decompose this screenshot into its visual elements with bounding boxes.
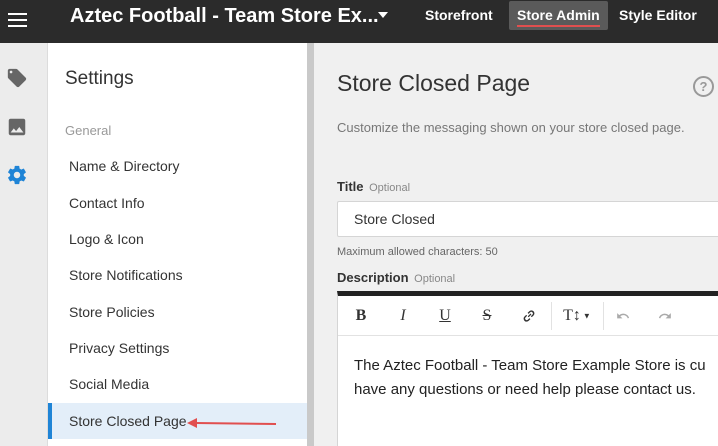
image-icon[interactable] <box>6 116 28 138</box>
description-label-text: Description <box>337 270 409 285</box>
toolbar-separator <box>551 302 552 330</box>
help-icon[interactable]: ? <box>693 76 714 97</box>
sidebar-item-name-directory[interactable]: Name & Directory <box>48 148 307 184</box>
optional-tag: Optional <box>369 182 411 194</box>
nav-store-admin-label: Store Admin <box>517 7 600 23</box>
description-line-2: have any questions or need help please c… <box>354 381 696 398</box>
active-underline <box>517 25 600 27</box>
tag-icon[interactable] <box>6 67 28 89</box>
redo-icon[interactable] <box>654 305 676 327</box>
sidebar-item-social-media[interactable]: Social Media <box>48 366 307 402</box>
sidebar-title: Settings <box>65 68 134 89</box>
italic-button[interactable]: I <box>392 305 414 327</box>
sidebar-item-store-closed-page[interactable]: Store Closed Page <box>48 403 307 439</box>
strikethrough-button[interactable]: S <box>476 305 498 327</box>
toolbar-separator <box>603 302 604 330</box>
text-size-dropdown[interactable]: T↕ ▼ <box>562 305 592 327</box>
optional-tag: Optional <box>414 273 456 285</box>
title-field-label: Title Optional <box>337 179 410 194</box>
nav-store-admin[interactable]: Store Admin <box>509 1 608 30</box>
sidebar-item-logo-icon[interactable]: Logo & Icon <box>48 221 307 257</box>
text-size-label: T↕ <box>563 307 581 324</box>
chevron-down-icon[interactable] <box>378 12 388 18</box>
link-icon[interactable] <box>518 305 540 327</box>
gear-icon[interactable] <box>6 164 28 186</box>
sidebar-item-contact-info[interactable]: Contact Info <box>48 185 307 221</box>
bold-button[interactable]: B <box>350 305 372 327</box>
title-input[interactable] <box>337 201 718 237</box>
sidebar-item-privacy-settings[interactable]: Privacy Settings <box>48 330 307 366</box>
top-bar: Aztec Football - Team Store Ex... Storef… <box>0 0 718 43</box>
title-label-text: Title <box>337 179 364 194</box>
page-title: Store Closed Page <box>337 70 531 96</box>
editor-toolbar: B I U S T↕ ▼ <box>338 296 718 336</box>
page-subtitle: Customize the messaging shown on your st… <box>337 120 685 135</box>
settings-sidebar: Settings General Name & Directory Contac… <box>48 43 307 446</box>
description-line-1: The Aztec Football - Team Store Example … <box>354 357 706 374</box>
main-content: Store Closed Page ? Customize the messag… <box>314 43 718 446</box>
sidebar-group-label: General <box>65 123 112 138</box>
title-char-limit-hint: Maximum allowed characters: 50 <box>337 246 498 258</box>
hamburger-menu-icon[interactable] <box>8 10 30 32</box>
icon-rail <box>0 43 48 446</box>
nav-style-editor[interactable]: Style Editor <box>619 0 697 31</box>
description-body[interactable]: The Aztec Football - Team Store Example … <box>354 354 718 402</box>
panel-divider[interactable] <box>307 43 314 446</box>
underline-button[interactable]: U <box>434 305 456 327</box>
nav-storefront[interactable]: Storefront <box>425 0 493 31</box>
store-title[interactable]: Aztec Football - Team Store Ex... <box>70 5 379 27</box>
sidebar-item-store-notifications[interactable]: Store Notifications <box>48 257 307 293</box>
description-editor[interactable]: B I U S T↕ ▼ The Aztec Football - Team S… <box>337 291 718 446</box>
sidebar-item-store-policies[interactable]: Store Policies <box>48 294 307 330</box>
description-field-label: Description Optional <box>337 270 455 285</box>
undo-icon[interactable] <box>612 305 634 327</box>
